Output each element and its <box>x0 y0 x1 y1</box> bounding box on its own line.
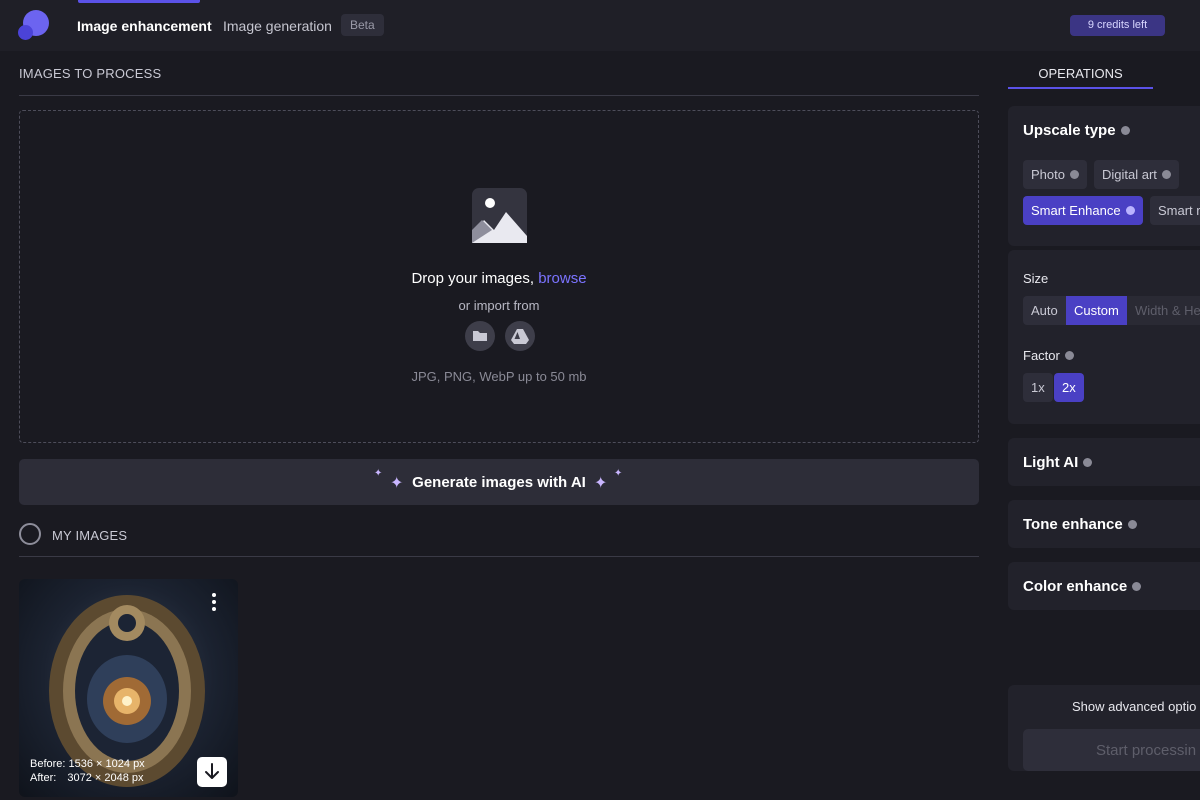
factor-label: Factor <box>1023 348 1074 363</box>
size-panel: Size Auto Custom Width & He Factor 1x 2x <box>1008 250 1200 424</box>
browse-link[interactable]: browse <box>538 270 586 287</box>
info-icon[interactable] <box>1083 457 1093 467</box>
tab-operations[interactable]: OPERATIONS <box>1008 66 1153 81</box>
sparkle-icon: ✦ <box>594 475 608 492</box>
credits-badge[interactable]: 9 credits left <box>1070 15 1165 36</box>
info-icon[interactable] <box>1120 125 1130 135</box>
info-icon[interactable] <box>1127 519 1137 529</box>
before-label: Before: <box>30 758 66 770</box>
image-menu-button[interactable] <box>210 593 218 611</box>
generate-button-label: Generate images with AI <box>412 474 586 491</box>
upscale-photo-chip[interactable]: Photo <box>1023 160 1087 189</box>
import-google-drive-button[interactable] <box>505 321 535 351</box>
size-width-height-chip[interactable]: Width & He <box>1127 296 1200 325</box>
import-folder-button[interactable] <box>465 321 495 351</box>
color-enhance-title: Color enhance <box>1023 578 1142 595</box>
info-icon <box>1069 170 1079 180</box>
light-ai-panel[interactable]: Light AI <box>1008 438 1200 486</box>
tab-image-enhancement[interactable]: Image enhancement <box>77 18 212 34</box>
factor-2x-chip[interactable]: 2x <box>1054 373 1084 402</box>
process-footer: Show advanced optio Start processin <box>1008 685 1200 771</box>
images-section-divider <box>19 95 979 96</box>
image-thumbnail[interactable]: Before: 1536 × 1024 px After: 3072 × 204… <box>19 579 238 797</box>
tab-image-generation[interactable]: Image generation <box>223 18 332 34</box>
active-tab-indicator <box>78 0 200 3</box>
info-icon <box>1161 170 1171 180</box>
upscale-smart-enhance-chip[interactable]: Smart Enhance <box>1023 196 1143 225</box>
before-size: Before: 1536 × 1024 px <box>30 758 145 770</box>
top-bar: Image enhancement Image generation Beta … <box>0 0 1200 51</box>
info-icon[interactable] <box>1064 351 1074 361</box>
tone-enhance-title: Tone enhance <box>1023 516 1137 533</box>
app-logo[interactable] <box>18 10 50 40</box>
drop-zone[interactable]: Drop your images, browse or import from … <box>19 110 979 443</box>
my-images-divider <box>19 556 979 557</box>
upscale-digital-art-chip[interactable]: Digital art <box>1094 160 1179 189</box>
color-enhance-panel[interactable]: Color enhance <box>1008 562 1200 610</box>
info-icon[interactable] <box>1132 581 1142 591</box>
import-label: or import from <box>458 298 540 313</box>
beta-badge: Beta <box>341 14 384 36</box>
upscale-smart-resize-chip[interactable]: Smart r <box>1150 196 1200 225</box>
start-processing-button[interactable]: Start processin <box>1023 729 1200 771</box>
show-advanced-options-link[interactable]: Show advanced optio <box>1072 699 1196 714</box>
select-all-radio[interactable] <box>19 523 41 545</box>
supported-formats: JPG, PNG, WebP up to 50 mb <box>411 369 587 384</box>
folder-icon <box>473 331 487 341</box>
start-processing-label: Start processin <box>1096 742 1197 759</box>
tone-enhance-panel[interactable]: Tone enhance <box>1008 500 1200 548</box>
image-placeholder-icon <box>472 188 527 243</box>
upscale-type-title: Upscale type <box>1023 122 1130 139</box>
drop-text: Drop your images, <box>411 270 535 287</box>
after-size: After: 3072 × 2048 px <box>30 772 144 784</box>
download-button[interactable] <box>197 757 227 787</box>
my-images-title: MY IMAGES <box>52 528 128 543</box>
size-custom-chip[interactable]: Custom <box>1066 296 1127 325</box>
drop-instruction: Drop your images, browse <box>20 270 978 287</box>
after-value: 3072 × 2048 px <box>67 772 144 784</box>
download-icon <box>205 763 219 779</box>
before-value: 1536 × 1024 px <box>68 758 145 770</box>
info-icon <box>1125 206 1135 216</box>
light-ai-title: Light AI <box>1023 454 1093 471</box>
images-section-title: IMAGES TO PROCESS <box>19 66 162 81</box>
google-drive-icon <box>511 329 529 344</box>
operations-tab-indicator <box>1008 87 1153 89</box>
sparkle-icon: ✦ <box>614 468 623 479</box>
size-auto-chip[interactable]: Auto <box>1023 296 1066 325</box>
generate-images-button[interactable]: ✦ ✦ Generate images with AI ✦ ✦ <box>19 459 979 505</box>
factor-1x-chip[interactable]: 1x <box>1023 373 1053 402</box>
size-label: Size <box>1023 271 1049 286</box>
after-label: After: <box>30 772 57 784</box>
upscale-type-panel: Upscale type Photo Digital art Smart Enh… <box>1008 106 1200 246</box>
